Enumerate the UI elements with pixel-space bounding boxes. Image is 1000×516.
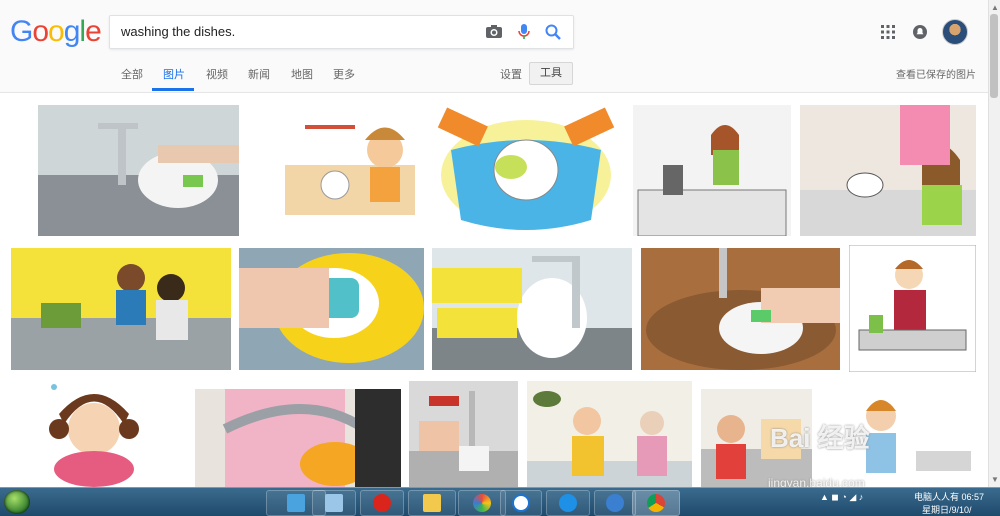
tray-clock-time[interactable]: 电脑人人有 06:57 (914, 490, 984, 503)
computer-icon (325, 494, 343, 512)
tab-images[interactable]: 图片 (163, 66, 185, 82)
taskbar-folder[interactable] (408, 490, 456, 516)
image-result[interactable] (432, 248, 632, 370)
taskbar-chrome[interactable] (632, 490, 680, 516)
scroll-down-arrow-icon[interactable]: ▼ (991, 475, 999, 484)
search-input[interactable]: washing the dishes. (121, 24, 235, 39)
image-result[interactable] (195, 389, 401, 487)
clock-date[interactable]: 星期日/9/10/ (922, 503, 972, 516)
paint-icon (473, 494, 491, 512)
active-tab-indicator (152, 88, 194, 91)
windows-taskbar: ▲ ◼ ◔ ◢ ♪ 电脑人人有 06:57 星期日/9/10/ (0, 487, 1000, 516)
logo-letter: o (32, 15, 49, 48)
image-result[interactable] (849, 245, 976, 372)
image-result[interactable] (24, 379, 180, 487)
search-box[interactable]: washing the dishes. (109, 15, 574, 49)
image-result[interactable] (239, 248, 424, 370)
settings-link[interactable]: 设置 (500, 66, 522, 82)
system-tray-icons[interactable]: ▲ ◼ ◔ ◢ ♪ (820, 492, 863, 503)
image-result[interactable] (527, 381, 692, 487)
chrome-icon (647, 494, 665, 512)
taskbar-settings[interactable] (594, 490, 636, 516)
taskbar-sogou[interactable] (500, 490, 542, 516)
image-result[interactable] (431, 105, 621, 236)
avatar[interactable] (942, 19, 968, 45)
desktop-icon (287, 494, 305, 512)
logo-letter: o (48, 15, 65, 48)
taskbar-computer[interactable] (312, 490, 356, 516)
baidu-watermark: Bai 经验 (770, 423, 870, 453)
clock-time: 06:57 (961, 492, 985, 502)
image-result[interactable] (38, 105, 239, 236)
logo-letter: G (10, 15, 33, 48)
notifications-icon[interactable] (912, 24, 928, 40)
folder-icon (423, 494, 441, 512)
taskbar-ie[interactable] (546, 490, 590, 516)
settings-icon (606, 494, 624, 512)
scroll-thumb[interactable] (990, 14, 998, 98)
camera-icon[interactable] (484, 22, 504, 42)
sogou-icon (512, 494, 530, 512)
tab-videos[interactable]: 视频 (206, 66, 228, 82)
search-header: Google washing the dishes. 全部 图片 视频 新闻 地… (0, 0, 988, 93)
logo-letter: g (63, 15, 81, 48)
image-result[interactable] (11, 248, 231, 370)
chess-icon (373, 494, 391, 512)
image-result[interactable] (800, 105, 976, 236)
saved-images-link[interactable]: 查看已保存的图片 (896, 66, 976, 81)
tab-more[interactable]: 更多 (333, 66, 355, 82)
image-result[interactable] (641, 248, 840, 370)
tools-button[interactable]: 工具 (529, 62, 573, 85)
image-result[interactable] (409, 381, 518, 487)
tab-news[interactable]: 新闻 (248, 66, 270, 82)
search-icon[interactable] (543, 22, 563, 42)
taskbar-paint[interactable] (458, 490, 506, 516)
ie-icon (559, 494, 577, 512)
tray-label: 电脑人人有 (914, 492, 960, 502)
apps-icon[interactable] (880, 24, 896, 40)
mic-icon[interactable] (514, 22, 534, 42)
tab-all[interactable]: 全部 (121, 66, 143, 82)
image-result[interactable] (275, 105, 426, 236)
image-result[interactable] (633, 105, 791, 236)
google-logo[interactable]: Google (10, 14, 102, 50)
logo-letter: e (85, 15, 102, 48)
start-button[interactable] (4, 490, 30, 514)
tab-maps[interactable]: 地图 (291, 66, 313, 82)
scroll-up-arrow-icon[interactable]: ▲ (991, 3, 999, 12)
taskbar-chess[interactable] (360, 490, 404, 516)
